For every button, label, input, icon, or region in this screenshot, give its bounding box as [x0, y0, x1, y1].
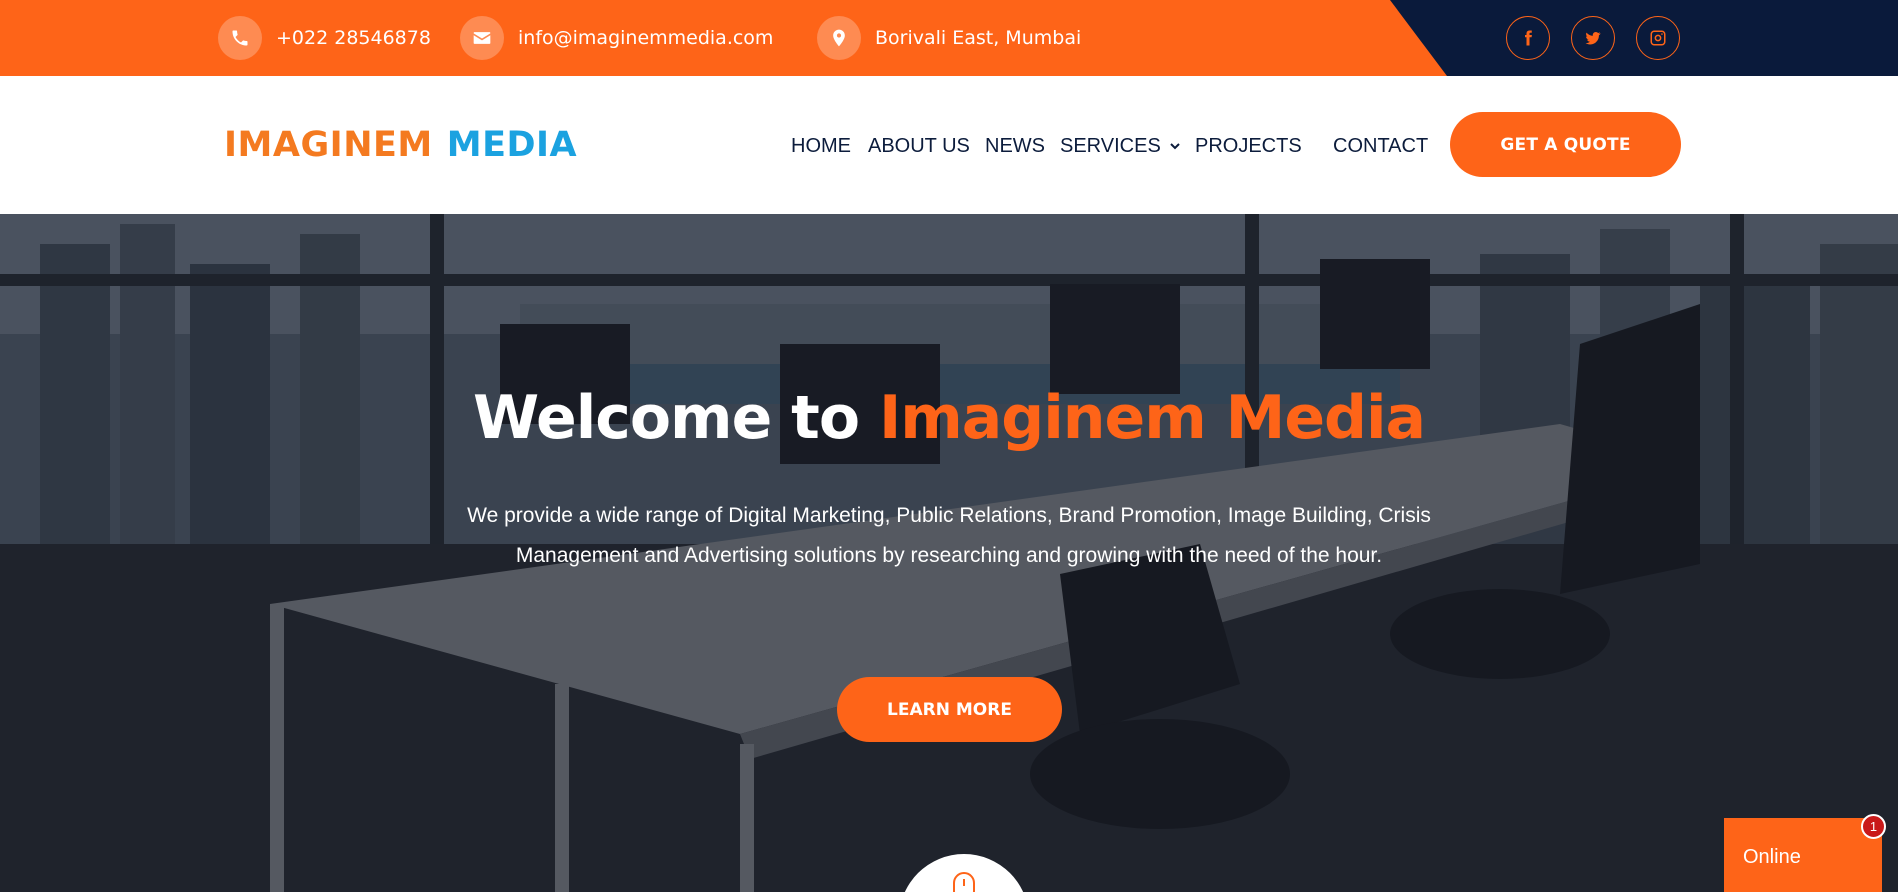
hero-title-prefix: Welcome to [472, 383, 860, 453]
location-text: Borivali East, Mumbai [875, 27, 1082, 49]
main-header: IMAGINEM MEDIA HOME ABOUT US NEWS SERVICE… [0, 76, 1898, 214]
hero-description: We provide a wide range of Digital Marke… [467, 504, 1431, 567]
nav-news[interactable]: NEWS [985, 131, 1045, 161]
twitter-icon [1585, 32, 1601, 45]
nav-about-us[interactable]: ABOUT US [868, 131, 970, 161]
phone-contact[interactable]: +022 28546878 [218, 16, 431, 60]
phone-icon [218, 16, 262, 60]
logo-word-imaginem: IMAGINEM [224, 125, 433, 165]
location-contact[interactable]: Borivali East, Mumbai [817, 16, 1081, 60]
email-text: info@imaginemmedia.com [518, 27, 774, 49]
get-a-quote-button[interactable]: GET A QUOTE [1450, 112, 1681, 177]
hero-title: Welcome to Imaginem Media [0, 382, 1898, 454]
instagram-icon [1650, 30, 1666, 46]
twitter-link[interactable] [1571, 16, 1615, 60]
nav-services-label: SERVICES [1060, 135, 1161, 157]
logo-word-media: MEDIA [446, 125, 578, 165]
chat-notification-badge: 1 [1861, 814, 1886, 839]
chevron-down-icon [1170, 143, 1180, 150]
nav-home[interactable]: HOME [791, 131, 851, 161]
map-pin-icon [817, 16, 861, 60]
nav-contact[interactable]: CONTACT [1333, 131, 1428, 161]
chat-status-label: Online [1743, 846, 1801, 868]
online-chat-widget[interactable]: Online [1724, 818, 1882, 892]
site-logo[interactable]: IMAGINEM MEDIA [224, 123, 577, 167]
top-bar: +022 28546878 info@imaginemmedia.com Bor… [0, 0, 1898, 76]
nav-projects[interactable]: PROJECTS [1195, 131, 1302, 161]
facebook-icon [1525, 30, 1532, 46]
facebook-link[interactable] [1506, 16, 1550, 60]
mouse-scroll-icon [953, 872, 975, 892]
nav-services[interactable]: SERVICES [1060, 131, 1181, 161]
instagram-link[interactable] [1636, 16, 1680, 60]
hero-title-accent: Imaginem Media [878, 383, 1426, 453]
learn-more-button[interactable]: LEARN MORE [837, 677, 1062, 742]
email-contact[interactable]: info@imaginemmedia.com [460, 16, 773, 60]
hero-section: Welcome to Imaginem Media We provide a w… [0, 214, 1898, 892]
envelope-icon [460, 16, 504, 60]
phone-text: +022 28546878 [276, 27, 431, 49]
